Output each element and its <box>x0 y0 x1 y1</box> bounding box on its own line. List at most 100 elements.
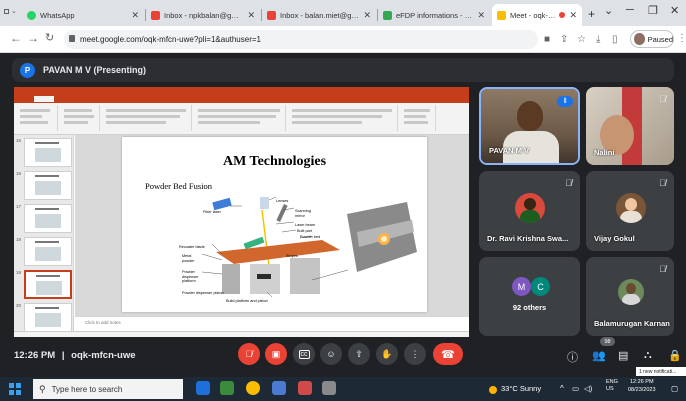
notification-center-icon[interactable]: ▢ <box>671 384 678 393</box>
thumb-number: 16 <box>16 171 22 176</box>
browser-tab-sheets[interactable]: eFDP informations - Goo... ✕ <box>378 4 490 26</box>
maximize-icon[interactable]: ❐ <box>648 4 658 17</box>
volume-icon[interactable]: ◁) <box>584 384 592 393</box>
task-view-icon[interactable] <box>196 381 210 395</box>
ribbon-slides-group <box>60 105 100 131</box>
participant-tile-balamurugan[interactable]: 🎙̸ Balamurugan Karnan <box>586 257 674 336</box>
close-tab-icon[interactable]: ✕ <box>247 10 255 21</box>
browser-tab-inbox-2[interactable]: Inbox - balan.miet@gma... ✕ <box>262 4 376 26</box>
thumb-number: 17 <box>16 204 22 209</box>
slide-thumbnail[interactable] <box>24 303 72 332</box>
sidebar-icon[interactable]: ▯ <box>612 34 618 45</box>
mic-off-icon: 🎙̸ <box>245 349 253 359</box>
meeting-info-button[interactable]: ⓘ <box>567 349 578 365</box>
slide-subtitle: Powder Bed Fusion <box>145 181 213 191</box>
meeting-time-and-code: 12:26 PM | oqk-mfcn-uwe <box>14 350 136 361</box>
slide-thumbnail[interactable] <box>24 204 72 233</box>
new-tab-button[interactable]: + <box>588 7 595 21</box>
taskbar-search-box[interactable]: ⚲ Type here to search <box>33 379 183 399</box>
back-arrow-icon[interactable]: ← <box>10 31 22 45</box>
more-menu-icon[interactable]: ⋮ <box>677 33 686 44</box>
activities-button[interactable]: ⛬ <box>644 349 652 362</box>
participant-tile-others[interactable]: M C 92 others <box>479 257 580 336</box>
participant-name: Nalini <box>594 148 615 157</box>
leave-call-button[interactable]: ☎ <box>433 343 463 365</box>
slide-thumbnail[interactable] <box>24 237 72 266</box>
close-tab-icon[interactable]: ✕ <box>569 10 577 21</box>
diagram-label: Metal powder <box>182 254 195 263</box>
meeting-code: oqk-mfcn-uwe <box>71 350 136 361</box>
current-slide[interactable]: AM Technologies Powder Bed Fusion Fiber … <box>122 137 427 312</box>
participant-count-badge: 98 <box>600 337 615 346</box>
language-indicator[interactable]: ENG US <box>606 379 618 393</box>
app-icon[interactable] <box>322 381 336 395</box>
reload-icon[interactable]: ↻ <box>45 31 54 44</box>
network-icon[interactable]: ▭ <box>572 384 579 393</box>
chat-button[interactable]: ▤ <box>618 349 628 362</box>
captions-button[interactable]: cc <box>293 343 315 365</box>
weather-text[interactable]: 33°C Sunny <box>501 384 541 393</box>
download-icon[interactable]: ⤓ <box>596 34 600 45</box>
camera-off-button[interactable]: ▣ <box>265 343 287 365</box>
notification-toast[interactable]: 1 new notificati... <box>636 367 686 376</box>
shared-screen[interactable]: 15 16 17 18 19 20 AM Technologies Powder… <box>14 87 469 337</box>
app-icon[interactable] <box>220 381 234 395</box>
ribbon-paragraph-group <box>194 105 286 131</box>
presenter-avatar: P <box>20 62 35 78</box>
camera-in-use-icon[interactable]: ■ <box>544 34 550 45</box>
thumb-number: 18 <box>16 237 22 242</box>
profile-paused-button[interactable]: Paused <box>630 30 674 48</box>
mic-off-button[interactable]: 🎙̸ <box>238 343 260 365</box>
chrome-icon[interactable] <box>246 381 260 395</box>
participant-tile-vijay[interactable]: 🎙̸ Vijay Gokul <box>586 171 674 251</box>
bookmark-star-icon[interactable]: ☆ <box>577 34 586 45</box>
info-icon: ⓘ <box>567 352 578 364</box>
minimize-icon[interactable]: ─ <box>626 4 634 16</box>
diagram-label: Stripes <box>286 254 298 258</box>
slide-thumbnail[interactable] <box>24 138 72 167</box>
forward-arrow-icon[interactable]: → <box>27 31 39 45</box>
gmail-icon <box>151 10 160 20</box>
participant-tile-pavan[interactable]: ⦀ PAVAN M V <box>479 87 580 165</box>
host-controls-button[interactable]: 🔒 <box>668 349 682 362</box>
participant-tile-nalini[interactable]: 🎙̸ Nalini <box>586 87 674 165</box>
file-explorer-icon[interactable] <box>272 381 286 395</box>
people-button[interactable]: 👥 <box>592 349 606 362</box>
close-window-icon[interactable]: ✕ <box>670 4 679 17</box>
more-options-button[interactable]: ⋮ <box>404 343 426 365</box>
reactions-button[interactable]: ☺ <box>320 343 342 365</box>
present-now-button[interactable]: ⇧ <box>348 343 370 365</box>
slide-title: AM Technologies <box>222 154 327 169</box>
close-tab-icon[interactable]: ✕ <box>363 10 371 21</box>
close-tab-icon[interactable]: ✕ <box>131 10 139 21</box>
raise-hand-button[interactable]: ✋ <box>376 343 398 365</box>
browser-tab-meet[interactable]: Meet - oqk-mfcn-uw... ✕ <box>492 4 582 26</box>
hand-icon: ✋ <box>381 348 393 359</box>
tab-search-icon[interactable]: ⌄ <box>4 8 18 19</box>
diagram-label: Build platform and piston <box>226 299 268 303</box>
slide-thumbnail-selected[interactable] <box>24 270 72 299</box>
mic-off-icon: 🎙̸ <box>659 94 666 104</box>
app-icon[interactable] <box>298 381 312 395</box>
participant-tile-ravi[interactable]: 🎙̸ Dr. Ravi Krishna Swa... <box>479 171 580 251</box>
close-tab-icon[interactable]: ✕ <box>477 10 485 21</box>
mic-recording-dot-icon <box>559 12 566 18</box>
tray-chevron-icon[interactable]: ^ <box>560 384 564 393</box>
address-bar[interactable]: meet.google.com/oqk-mfcn-uwe?pli=1&authu… <box>64 30 538 49</box>
speaker-notes[interactable]: Click to add notes <box>75 316 469 331</box>
slide-thumbnail[interactable] <box>24 171 72 200</box>
sun-icon <box>489 386 497 394</box>
windows-start-icon[interactable] <box>9 383 21 395</box>
system-clock[interactable]: 12:26 PM 08/23/2023 <box>628 379 656 394</box>
browser-tab-whatsapp[interactable]: WhatsApp ✕ <box>22 4 144 26</box>
browser-tab-inbox-1[interactable]: Inbox - npkbalan@gmai... ✕ <box>146 4 260 26</box>
search-icon: ⚲ <box>39 383 46 394</box>
people-icon: 👥 <box>592 350 606 362</box>
ppt-home-tab <box>34 96 54 102</box>
google-meet-icon <box>497 10 506 20</box>
chevron-down-icon[interactable]: ⌄ <box>604 4 613 17</box>
url-text: meet.google.com/oqk-mfcn-uwe?pli=1&authu… <box>80 35 261 44</box>
share-icon[interactable]: ⇪ <box>560 34 568 45</box>
ppt-title-bar <box>14 87 469 95</box>
ribbon-font-group <box>102 105 192 131</box>
